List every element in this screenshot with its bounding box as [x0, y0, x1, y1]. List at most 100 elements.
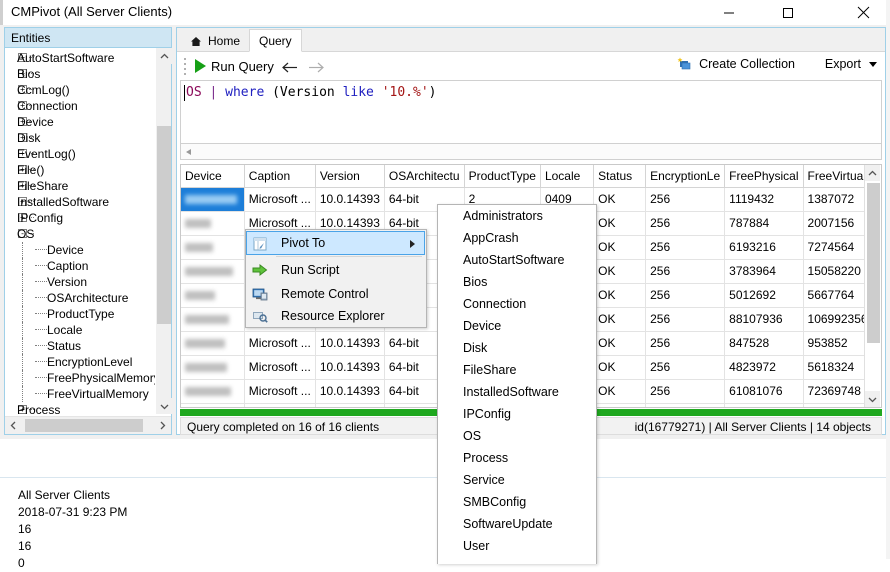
context-menu[interactable]: Pivot To Run Script Remote Control Resou… — [245, 229, 427, 328]
cell-encryption[interactable]: 256 — [645, 283, 726, 308]
tree-item-producttype[interactable]: ProductType — [5, 306, 155, 322]
column-header-version[interactable]: Version — [315, 165, 385, 188]
scroll-left-icon[interactable] — [5, 417, 22, 434]
submenu-item-bios[interactable]: Bios — [438, 271, 596, 293]
column-header-locale[interactable]: Locale — [540, 165, 595, 188]
tree-item-file[interactable]: + File() — [5, 162, 155, 178]
entities-tree[interactable]: + AutoStartSoftware + Bios + CcmLog() + Connect… — [5, 48, 171, 414]
tree-item-freevirtualmemory[interactable]: FreeVirtualMemory — [5, 386, 155, 402]
query-editor[interactable]: OS | where (Version like '10.%') — [180, 80, 882, 144]
cell-status[interactable]: OK — [593, 331, 647, 356]
column-header-device[interactable]: Device — [181, 165, 245, 188]
submenu-item-smbconfig[interactable]: SMBConfig — [438, 491, 596, 513]
create-collection-button[interactable]: Create Collection — [677, 57, 795, 71]
column-header-status[interactable]: Status — [593, 165, 647, 188]
tree-item-connection[interactable]: + Connection — [5, 98, 155, 114]
cell-freephysical[interactable]: 1119432 — [724, 187, 804, 212]
submenu-item-connection[interactable]: Connection — [438, 293, 596, 315]
cell-version[interactable]: 10.0.14393 — [315, 379, 385, 404]
cell-freephysical[interactable]: 4823972 — [724, 355, 804, 380]
export-button[interactable]: Export — [825, 57, 877, 71]
cell-device-redacted[interactable] — [181, 235, 245, 260]
tree-item-os[interactable]: - OS — [5, 226, 155, 242]
arrow-right-icon[interactable] — [305, 58, 327, 76]
submenu-item-ipconfig[interactable]: IPConfig — [438, 403, 596, 425]
tab-home[interactable]: Home — [181, 30, 249, 52]
cell-device-redacted[interactable] — [181, 283, 245, 308]
cell-caption[interactable]: Microsoft ... — [244, 403, 316, 407]
cell-device-redacted[interactable] — [181, 307, 245, 332]
cell-status[interactable]: OK — [593, 355, 647, 380]
tree-item-ipconfig[interactable]: + IPConfig — [5, 210, 155, 226]
grid-vertical-scrollbar[interactable] — [864, 165, 881, 407]
run-query-button[interactable]: Run Query — [191, 56, 278, 76]
tree-item-version[interactable]: Version — [5, 274, 155, 290]
column-header-caption[interactable]: Caption — [244, 165, 316, 188]
grid-scrollbar-thumb[interactable] — [867, 183, 880, 343]
cell-encryption[interactable]: 256 — [645, 211, 726, 236]
cell-caption[interactable]: Microsoft ... — [244, 187, 316, 212]
entities-vertical-scrollbar[interactable] — [155, 48, 172, 414]
cell-encryption[interactable]: 256 — [645, 307, 726, 332]
tree-item-device[interactable]: + Device — [5, 114, 155, 130]
submenu-item-disk[interactable]: Disk — [438, 337, 596, 359]
entities-hscrollbar-thumb[interactable] — [25, 419, 143, 432]
cell-status[interactable]: OK — [593, 187, 647, 212]
cell-freephysical[interactable]: 5012692 — [724, 283, 804, 308]
context-menu-item-pivot-to[interactable]: Pivot To — [246, 231, 425, 255]
cell-freephysical[interactable]: 61081076 — [724, 379, 804, 404]
context-menu-item-remote-control[interactable]: Remote Control — [247, 282, 425, 306]
column-header-producttype[interactable]: ProductType — [464, 165, 541, 188]
cell-status[interactable]: OK — [593, 379, 647, 404]
tab-query[interactable]: Query — [249, 29, 302, 52]
submenu-item-device[interactable]: Device — [438, 315, 596, 337]
cell-freephysical[interactable]: 787884 — [724, 211, 804, 236]
scroll-down-icon[interactable] — [156, 398, 172, 414]
cell-encryption[interactable]: 256 — [645, 379, 726, 404]
cell-freephysical[interactable]: 6193216 — [724, 235, 804, 260]
tree-item-status[interactable]: Status — [5, 338, 155, 354]
pivot-to-submenu[interactable]: Administrators AppCrash AutoStartSoftware B… — [437, 204, 597, 564]
tree-item-fileshare[interactable]: + FileShare — [5, 178, 155, 194]
column-header-freephysical[interactable]: FreePhysical — [724, 165, 804, 188]
submenu-item-fileshare[interactable]: FileShare — [438, 359, 596, 381]
tree-item-encryptionlevel[interactable]: EncryptionLevel — [5, 354, 155, 370]
entities-scrollbar-thumb[interactable] — [157, 126, 171, 324]
cell-encryption[interactable]: 256 — [645, 355, 726, 380]
tree-item-disk[interactable]: + Disk — [5, 130, 155, 146]
scroll-up-icon[interactable] — [156, 48, 172, 64]
cell-version[interactable]: 10.0.14393 — [315, 187, 385, 212]
submenu-item-process[interactable]: Process — [438, 447, 596, 469]
cell-freephysical[interactable]: 5070070 — [724, 403, 804, 407]
tree-item-device[interactable]: Device — [5, 242, 155, 258]
tree-item-ccmlog[interactable]: + CcmLog() — [5, 82, 155, 98]
tree-item-osarchitecture[interactable]: OSArchitecture — [5, 290, 155, 306]
cell-device-redacted[interactable] — [181, 259, 245, 284]
cell-device-redacted[interactable] — [181, 355, 245, 380]
submenu-item-service[interactable]: Service — [438, 469, 596, 491]
cell-caption[interactable]: Microsoft ... — [244, 331, 316, 356]
column-header-encryptionle[interactable]: EncryptionLe — [645, 165, 726, 188]
tree-item-process[interactable]: + Process — [5, 402, 155, 414]
cell-device-redacted[interactable] — [181, 211, 245, 236]
cell-encryption[interactable]: 256 — [645, 187, 726, 212]
cell-device-redacted[interactable] — [181, 403, 245, 407]
cell-version[interactable]: 10.0.14393 — [315, 331, 385, 356]
cell-freephysical[interactable]: 3783964 — [724, 259, 804, 284]
cell-status[interactable]: OK — [593, 403, 647, 407]
cell-version[interactable]: 10.0.14393 — [315, 403, 385, 407]
close-button[interactable] — [840, 0, 886, 25]
submenu-item-autostartsoftware[interactable]: AutoStartSoftware — [438, 249, 596, 271]
scroll-up-icon[interactable] — [865, 165, 880, 181]
cell-encryption[interactable]: 256 — [645, 259, 726, 284]
minimize-button[interactable] — [706, 0, 752, 25]
cell-status[interactable]: OK — [593, 211, 647, 236]
column-header-osarchitectu[interactable]: OSArchitectu — [384, 165, 465, 188]
tree-item-locale[interactable]: Locale — [5, 322, 155, 338]
submenu-item-os[interactable]: OS — [438, 425, 596, 447]
context-menu-item-run-script[interactable]: Run Script — [247, 258, 425, 282]
tree-item-installedsoftware[interactable]: + InstalledSoftware — [5, 194, 155, 210]
editor-horizontal-scrollbar[interactable] — [180, 144, 882, 160]
cell-encryption[interactable]: 256 — [645, 331, 726, 356]
submenu-item-appcrash[interactable]: AppCrash — [438, 227, 596, 249]
